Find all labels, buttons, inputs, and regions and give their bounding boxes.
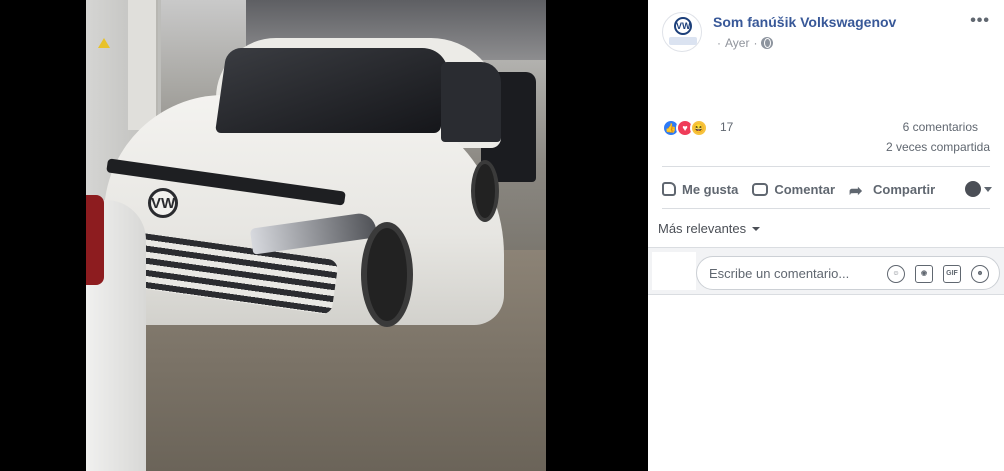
- like-label: Me gusta: [682, 181, 739, 197]
- gif-icon[interactable]: GIF: [943, 265, 961, 283]
- avatar-ribbon: [669, 37, 697, 45]
- page-avatar[interactable]: VW: [662, 12, 702, 52]
- car-side-window: [441, 62, 501, 142]
- sort-label: Más relevantes: [658, 221, 747, 236]
- adjacent-car-taillight: [86, 195, 104, 285]
- share-arrow-icon: ➦: [849, 183, 863, 200]
- comment-sort-dropdown[interactable]: Más relevantes: [658, 221, 761, 236]
- page-name-link[interactable]: Som fanúšik Volkswagenov: [713, 14, 896, 30]
- comment-label: Comentar: [774, 181, 836, 197]
- chevron-down-icon: [984, 186, 992, 192]
- photo-pillar: [128, 0, 158, 130]
- camera-icon[interactable]: ◉: [915, 265, 933, 283]
- reactions-summary[interactable]: 👍 ♥ 😆 17 6 comentarios: [662, 116, 992, 138]
- like-button[interactable]: Me gusta: [662, 182, 738, 197]
- post-actions: Me gusta Comentar ➦ Compartir: [662, 176, 992, 202]
- post-timestamp[interactable]: Ayer: [725, 36, 749, 50]
- commenter-avatar: [652, 252, 696, 290]
- vw-logo-icon: VW: [148, 188, 178, 218]
- comment-input[interactable]: Escribe un comentario... ☺ ◉ GIF ☻: [696, 256, 1000, 290]
- car-rear-wheel: [471, 160, 499, 222]
- meta-separator: ·: [717, 36, 721, 50]
- comments-count[interactable]: 6 comentarios: [903, 120, 978, 134]
- post-photo[interactable]: VW: [86, 0, 546, 471]
- user-avatar: [965, 181, 981, 197]
- comment-placeholder: Escribe un comentario...: [709, 266, 850, 281]
- shares-count[interactable]: 2 veces compartida: [886, 140, 990, 154]
- chevron-down-icon: [752, 226, 761, 231]
- speech-bubble-icon: [752, 182, 769, 196]
- car-front-wheel: [361, 222, 413, 327]
- comment-button[interactable]: Comentar: [752, 182, 835, 197]
- globe-icon[interactable]: [761, 37, 774, 49]
- divider: [662, 166, 990, 167]
- emoji-icon[interactable]: ☺: [887, 265, 905, 283]
- vw-avatar-logo-icon: VW: [674, 17, 692, 35]
- share-label: Compartir: [873, 181, 936, 197]
- post-header: VW Som fanúšik Volkswagenov · Ayer · •••: [648, 0, 1004, 60]
- thumbs-up-icon: [662, 182, 676, 196]
- comment-composer: Escribe un comentario... ☺ ◉ GIF ☻: [648, 247, 1004, 295]
- meta-separator: ·: [753, 36, 758, 50]
- audience-selector[interactable]: [965, 181, 992, 197]
- post-side-panel: VW Som fanúšik Volkswagenov · Ayer · •••…: [648, 0, 1004, 471]
- more-options-icon[interactable]: •••: [970, 12, 990, 30]
- haha-reaction-icon: 😆: [690, 119, 708, 137]
- divider: [662, 208, 990, 209]
- post-meta: · Ayer ·: [713, 36, 774, 50]
- car-windshield: [215, 48, 452, 133]
- comment-tools: ☺ ◉ GIF ☻: [877, 265, 989, 283]
- share-button[interactable]: ➦ Compartir: [849, 181, 936, 201]
- reaction-count[interactable]: 17: [720, 120, 733, 134]
- photo-viewer: VW: [0, 0, 648, 471]
- sticker-icon[interactable]: ☻: [971, 265, 989, 283]
- warning-sign-icon: [98, 38, 110, 48]
